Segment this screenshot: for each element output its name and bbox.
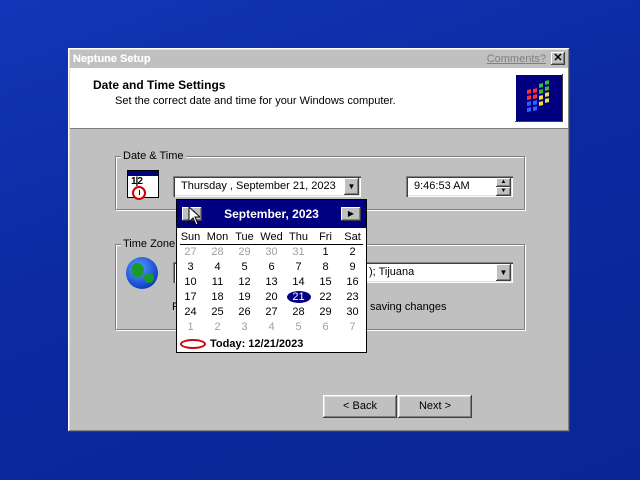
calendar-day[interactable]: 12 bbox=[231, 276, 258, 288]
time-spin-down[interactable]: ▼ bbox=[496, 187, 511, 196]
chevron-down-icon: ▼ bbox=[347, 182, 356, 191]
calendar-day[interactable]: 2 bbox=[204, 321, 231, 333]
globe-land bbox=[144, 273, 154, 283]
today-label[interactable]: Today: 12/21/2023 bbox=[210, 338, 303, 350]
wizard-header: Date and Time Settings Set the correct d… bbox=[70, 68, 568, 129]
day-of-week-label: Wed bbox=[260, 231, 283, 243]
globe-land bbox=[132, 263, 144, 277]
arrow-right-icon: ▶ bbox=[347, 209, 355, 218]
calendar-day[interactable]: 24 bbox=[177, 306, 204, 318]
calendar-day[interactable]: 16 bbox=[339, 276, 366, 288]
page-title: Date and Time Settings bbox=[93, 78, 226, 92]
window-title: Neptune Setup bbox=[73, 53, 151, 65]
calendar-day[interactable]: 23 bbox=[339, 291, 366, 303]
calendar-day[interactable]: 5 bbox=[231, 261, 258, 273]
calendar-day[interactable]: 3 bbox=[231, 321, 258, 333]
calendar-day[interactable]: 15 bbox=[312, 276, 339, 288]
calendar-day[interactable]: 28 bbox=[285, 306, 312, 318]
day-of-week-label: Fri bbox=[319, 231, 332, 243]
date-picker[interactable]: Thursday , September 21, 2023 ▼ bbox=[173, 176, 361, 197]
calendar-day[interactable]: 5 bbox=[285, 321, 312, 333]
day-of-week-label: Sat bbox=[344, 231, 361, 243]
windows-logo-icon bbox=[515, 74, 563, 122]
time-zone-group-label: Time Zone bbox=[121, 238, 178, 250]
date-time-group-label: Date & Time bbox=[121, 150, 186, 162]
calendar-day[interactable]: 13 bbox=[258, 276, 285, 288]
calendar-day[interactable]: 9 bbox=[339, 261, 366, 273]
calendar-day[interactable]: 11 bbox=[204, 276, 231, 288]
calendar-day[interactable]: 1 bbox=[177, 321, 204, 333]
calendar-day[interactable]: 10 bbox=[177, 276, 204, 288]
calendar-day[interactable]: 31 bbox=[285, 246, 312, 258]
calendar-popup: ◀ September, 2023 ▶ Sun Mon Tue Wed Thu Fri Sa… bbox=[176, 199, 367, 353]
windows-flag-icon bbox=[527, 80, 549, 112]
calendar-day[interactable]: 1 bbox=[312, 246, 339, 258]
globe-icon bbox=[126, 257, 158, 289]
date-value: Thursday , September 21, 2023 bbox=[181, 180, 336, 192]
calendar-day[interactable]: 4 bbox=[258, 321, 285, 333]
time-value: 9:46:53 AM bbox=[414, 180, 470, 192]
calendar-day[interactable]: 28 bbox=[204, 246, 231, 258]
back-button[interactable]: < Back bbox=[323, 395, 397, 418]
calendar-day[interactable]: 8 bbox=[312, 261, 339, 273]
calendar-day[interactable]: 2 bbox=[339, 246, 366, 258]
page-subtitle: Set the correct date and time for your W… bbox=[115, 95, 396, 107]
calendar-day[interactable]: 29 bbox=[231, 246, 258, 258]
calendar-day[interactable]: 22 bbox=[312, 291, 339, 303]
chevron-up-icon: ▲ bbox=[500, 179, 507, 185]
day-of-week-label: Mon bbox=[206, 231, 229, 243]
clock-icon bbox=[132, 186, 146, 200]
day-of-week-label: Sun bbox=[180, 231, 201, 243]
calendar-month-label: September, 2023 bbox=[224, 207, 319, 221]
next-month-button[interactable]: ▶ bbox=[341, 207, 361, 221]
calendar-day[interactable]: 7 bbox=[285, 261, 312, 273]
calendar-day[interactable]: 6 bbox=[312, 321, 339, 333]
calendar-day[interactable]: 4 bbox=[204, 261, 231, 273]
calendar-day[interactable]: 30 bbox=[258, 246, 285, 258]
calendar-day[interactable]: 3 bbox=[177, 261, 204, 273]
day-of-week-label: Thu bbox=[289, 231, 308, 243]
time-spin-up[interactable]: ▲ bbox=[496, 178, 511, 187]
calendar-day[interactable]: 20 bbox=[258, 291, 285, 303]
close-icon: ✕ bbox=[553, 52, 563, 64]
calendar-day[interactable]: 7 bbox=[339, 321, 366, 333]
comments-link[interactable]: Comments? bbox=[487, 53, 546, 65]
calendar-day[interactable]: 21 bbox=[285, 291, 312, 303]
time-field[interactable]: 9:46:53 AM ▲ ▼ bbox=[406, 176, 513, 197]
today-ring-icon bbox=[180, 339, 206, 349]
date-dropdown-button[interactable]: ▼ bbox=[344, 178, 359, 195]
calendar-day[interactable]: 27 bbox=[177, 246, 204, 258]
daylight-saving-label: saving changes bbox=[370, 301, 447, 313]
calendar-day[interactable]: 18 bbox=[204, 291, 231, 303]
calendar-day[interactable]: 30 bbox=[339, 306, 366, 318]
calendar-day[interactable]: 6 bbox=[258, 261, 285, 273]
calendar-day[interactable]: 29 bbox=[312, 306, 339, 318]
day-of-week-label: Tue bbox=[235, 231, 254, 243]
calendar-day[interactable]: 25 bbox=[204, 306, 231, 318]
next-button[interactable]: Next > bbox=[398, 395, 472, 418]
time-zone-dropdown-button[interactable]: ▼ bbox=[496, 264, 511, 281]
calendar-day[interactable]: 14 bbox=[285, 276, 312, 288]
chevron-down-icon: ▼ bbox=[499, 268, 508, 277]
chevron-down-icon: ▼ bbox=[500, 188, 507, 194]
mouse-cursor-icon bbox=[188, 206, 200, 226]
calendar-day[interactable]: 19 bbox=[231, 291, 258, 303]
time-zone-value: ); Tijuana bbox=[369, 266, 415, 278]
calendar-day[interactable]: 26 bbox=[231, 306, 258, 318]
calendar-divider bbox=[180, 244, 363, 245]
title-bar: Neptune Setup Comments? ✕ bbox=[70, 50, 568, 68]
close-button[interactable]: ✕ bbox=[551, 52, 565, 65]
calendar-header: ◀ September, 2023 ▶ bbox=[177, 200, 366, 228]
calendar-day[interactable]: 17 bbox=[177, 291, 204, 303]
calendar-day[interactable]: 27 bbox=[258, 306, 285, 318]
